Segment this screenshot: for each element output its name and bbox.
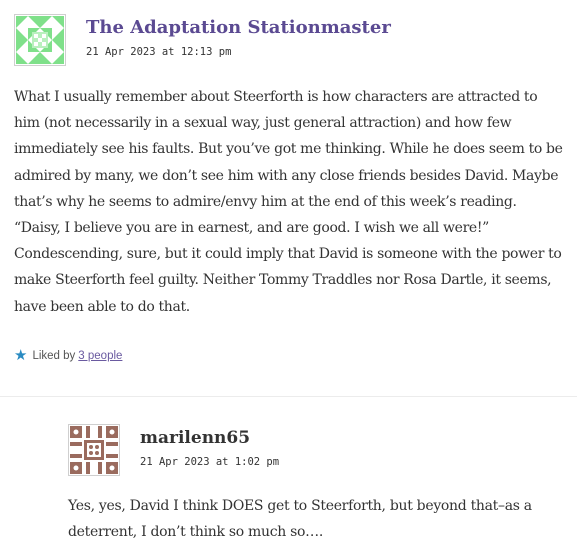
likes-bar: ★ Liked by 3 people (14, 348, 122, 363)
likes-label: Liked by (32, 349, 76, 362)
comment-author-link[interactable]: The Adaptation Stationmaster (86, 17, 391, 39)
identicon-green-icon (16, 16, 64, 64)
avatar[interactable] (14, 14, 66, 66)
comment-author: marilenn65 (140, 428, 251, 448)
likes-people-link[interactable]: 3 people (78, 350, 122, 362)
comment-timestamp[interactable]: 21 Apr 2023 at 12:13 pm (86, 46, 231, 58)
comment-reply: marilenn65 21 Apr 2023 at 1:02 pm Yes, y… (0, 397, 577, 559)
comment-text: Yes, yes, David I think DOES get to Stee… (68, 498, 532, 541)
comment-timestamp[interactable]: 21 Apr 2023 at 1:02 pm (140, 456, 279, 468)
star-icon: ★ (14, 347, 28, 364)
comment-text: What I usually remember about Steerforth… (14, 89, 563, 315)
avatar[interactable] (68, 424, 120, 476)
identicon-brown-icon (70, 426, 118, 474)
comment: The Adaptation Stationmaster 21 Apr 2023… (0, 0, 577, 396)
